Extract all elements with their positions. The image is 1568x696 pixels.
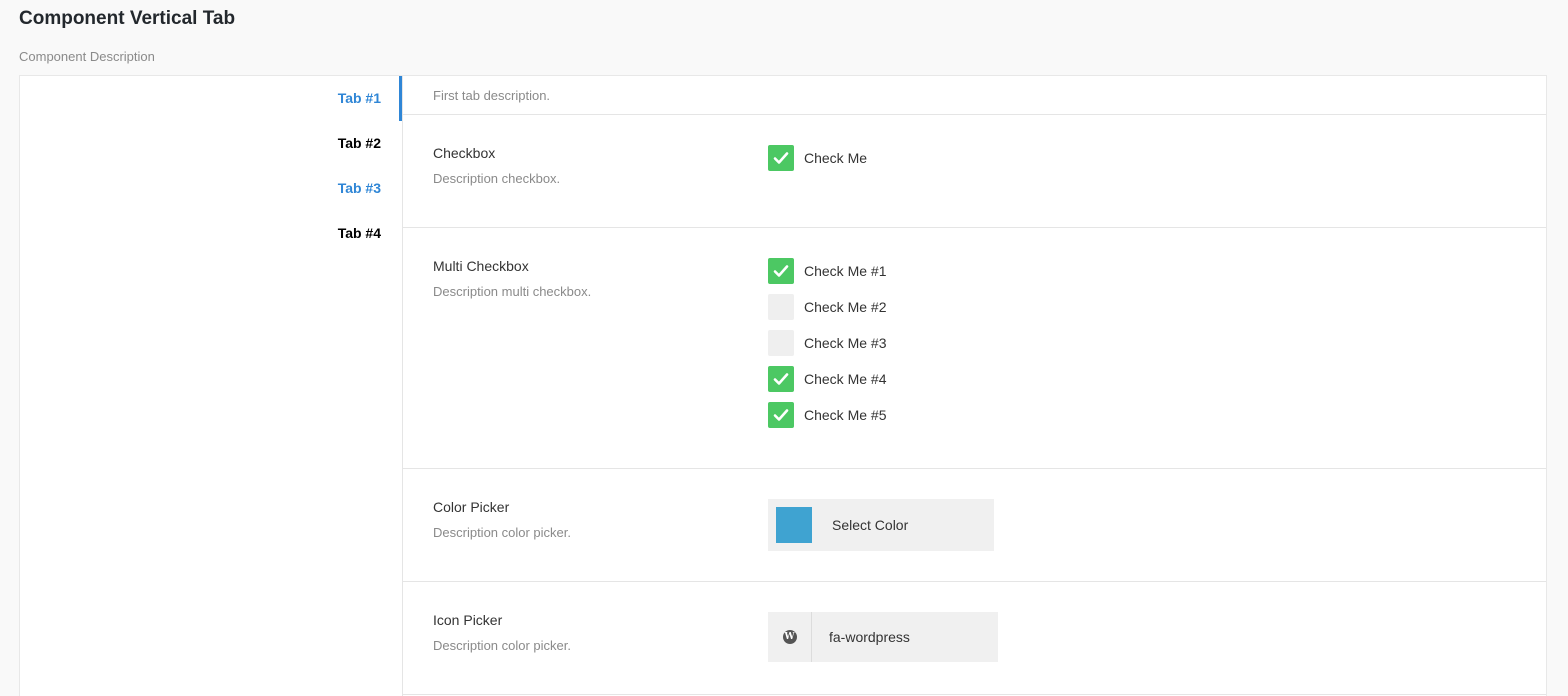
tab-4[interactable]: Tab #4 [20,211,402,256]
checkbox-label: Check Me #3 [804,335,887,351]
checkbox[interactable] [768,366,794,392]
tab-2[interactable]: Tab #2 [20,121,402,166]
color-picker-button[interactable]: Select Color [768,499,994,551]
checkbox-field: Checkbox Description checkbox. Check Me [403,115,1546,228]
vertical-tab-panel: Tab #1 Tab #2 Tab #3 Tab #4 First tab de… [19,75,1547,696]
icon-preview: W [768,612,812,662]
checkbox[interactable] [768,294,794,320]
checkbox-label: Check Me #2 [804,299,887,315]
checkbox-option-1[interactable]: Check Me #1 [768,258,886,284]
field-description: Description checkbox. [433,171,561,186]
field-title: Checkbox [433,145,496,161]
checkbox[interactable] [768,258,794,284]
page-title: Component Vertical Tab [19,8,236,29]
checkbox-label: Check Me #5 [804,407,887,423]
checkbox[interactable] [768,402,794,428]
checkbox-option-3[interactable]: Check Me #3 [768,330,886,356]
checkbox[interactable] [768,145,794,171]
tab-1[interactable]: Tab #1 [20,76,402,121]
checkbox-option[interactable]: Check Me [768,145,867,171]
multi-checkbox-field: Multi Checkbox Description multi checkbo… [403,228,1546,469]
field-description: Description multi checkbox. [433,284,592,299]
checkmark-icon [773,152,789,164]
wordpress-icon: W [782,630,797,644]
checkmark-icon [773,265,789,277]
checkbox-label: Check Me [804,150,868,166]
field-description: Description color picker. [433,525,571,540]
tab-content: First tab description. Checkbox Descript… [402,76,1546,696]
page-description: Component Description [19,49,155,64]
checkbox-option-2[interactable]: Check Me #2 [768,294,886,320]
checkbox-label: Check Me #1 [804,263,887,279]
field-title: Multi Checkbox [433,258,529,274]
icon-picker-button[interactable]: W fa-wordpress [768,612,998,662]
color-picker-field: Color Picker Description color picker. S… [403,469,1546,582]
checkbox-option-5[interactable]: Check Me #5 [768,402,886,428]
field-title: Color Picker [433,499,510,515]
field-description: Description color picker. [433,638,571,653]
icon-picker-field: Icon Picker Description color picker. W … [403,582,1546,695]
color-picker-label: Select Color [832,517,909,533]
color-swatch [776,507,812,543]
checkbox-label: Check Me #4 [804,371,887,387]
tab-3[interactable]: Tab #3 [20,166,402,211]
checkbox-option-4[interactable]: Check Me #4 [768,366,886,392]
checkmark-icon [773,409,789,421]
checkmark-icon [773,373,789,385]
field-title: Icon Picker [433,612,503,628]
tab-description: First tab description. [403,76,1546,115]
tab-list: Tab #1 Tab #2 Tab #3 Tab #4 [20,76,402,696]
checkbox[interactable] [768,330,794,356]
icon-picker-value: fa-wordpress [829,629,910,645]
